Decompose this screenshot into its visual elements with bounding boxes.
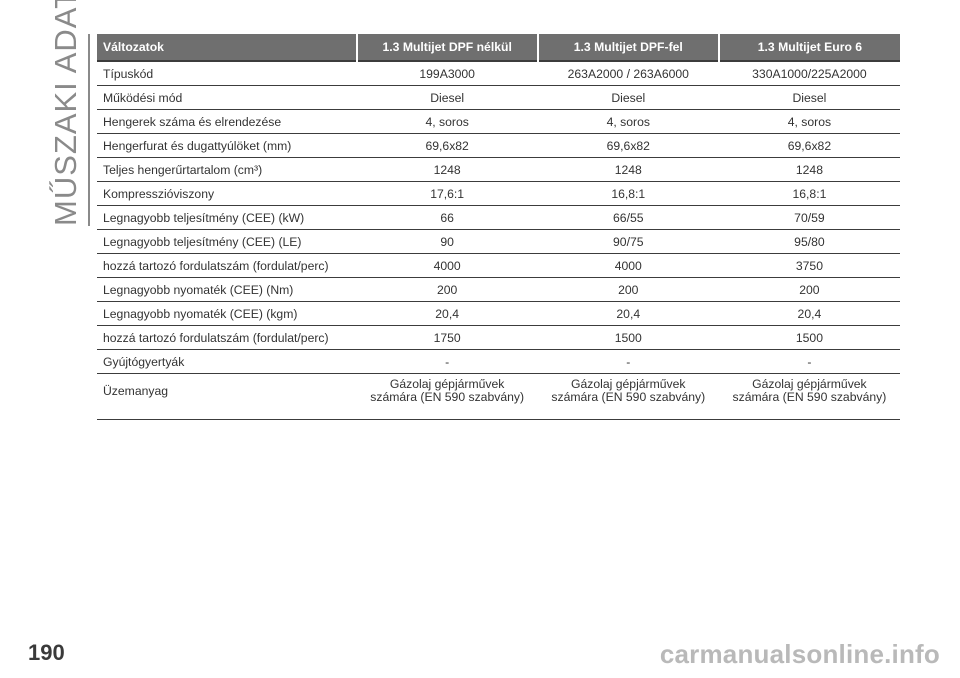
- table-cell: 20,4: [356, 301, 538, 326]
- table-cell: 69,6x82: [537, 133, 719, 158]
- table-cell: -: [718, 349, 900, 374]
- row-label: Típuskód: [97, 61, 357, 86]
- table-cell: 200: [537, 277, 719, 302]
- row-label: Teljes hengerűrtartalom (cm³): [97, 157, 357, 182]
- table-cell: Gázolaj gépjárművek számára (EN 590 szabv…: [537, 373, 719, 420]
- table-cell: 1750: [356, 325, 538, 350]
- table-cell: 4000: [537, 253, 719, 278]
- cell-line: számára (EN 590 szabvány): [370, 390, 525, 404]
- table-cell: 1248: [356, 157, 538, 182]
- column-header: 1.3 Multijet DPF-fel: [537, 34, 720, 61]
- page-number: 190: [28, 640, 65, 665]
- table-cell: 66/55: [537, 205, 719, 230]
- table-row: Kompresszióviszony 17,6:1 16,8:1 16,8:1: [97, 181, 900, 206]
- table-cell: 70/59: [718, 205, 900, 230]
- table-row: Típuskód 199A3000 263A2000 / 263A6000 330A1…: [97, 61, 900, 86]
- table-cell: 16,8:1: [537, 181, 719, 206]
- table-cell: Diesel: [718, 85, 900, 110]
- column-header: 1.3 Multijet Euro 6: [718, 34, 900, 61]
- table-cell: 66: [356, 205, 538, 230]
- table-row: Legnagyobb nyomaték (CEE) (Nm) 200 200 200: [97, 277, 900, 302]
- table-cell: Diesel: [537, 85, 719, 110]
- row-label: Hengerfurat és dugattyúlöket (mm): [97, 133, 357, 158]
- section-title: MŰSZAKI ADATOK: [48, 0, 83, 226]
- table-cell: 95/80: [718, 229, 900, 254]
- cell-line: számára (EN 590 szabvány): [551, 390, 706, 404]
- table-header-row: Változatok 1.3 Multijet DPF nélkül 1.3 M…: [97, 34, 900, 61]
- table-row: hozzá tartozó fordulatszám (fordulat/per…: [97, 325, 900, 350]
- row-label: Gyújtógyertyák: [97, 349, 357, 374]
- table-cell: 4, soros: [537, 109, 719, 134]
- table-cell: 4, soros: [356, 109, 538, 134]
- table-cell: 1248: [718, 157, 900, 182]
- table-cell: 199A3000: [356, 61, 538, 86]
- row-label: hozzá tartozó fordulatszám (fordulat/per…: [97, 325, 357, 350]
- table-cell: 1500: [718, 325, 900, 350]
- column-header: 1.3 Multijet DPF nélkül: [356, 34, 539, 61]
- cell-line: Gázolaj gépjárművek: [571, 377, 686, 391]
- table-row: Hengerfurat és dugattyúlöket (mm) 69,6x82…: [97, 133, 900, 158]
- table-cell: 20,4: [718, 301, 900, 326]
- table-cell: 200: [356, 277, 538, 302]
- row-label: Kompresszióviszony: [97, 181, 357, 206]
- table-row: Legnagyobb teljesítmény (CEE) (LE) 90 90/7…: [97, 229, 900, 254]
- table-cell: -: [356, 349, 538, 374]
- cell-line: Gázolaj gépjárművek: [752, 377, 867, 391]
- table-cell: 17,6:1: [356, 181, 538, 206]
- row-label: Legnagyobb teljesítmény (CEE) (kW): [97, 205, 357, 230]
- row-label: Üzemanyag: [97, 373, 357, 420]
- spec-table: Változatok 1.3 Multijet DPF nélkül 1.3 M…: [97, 34, 900, 420]
- column-header: Változatok: [97, 34, 358, 61]
- table-cell: 20,4: [537, 301, 719, 326]
- table-cell: Diesel: [356, 85, 538, 110]
- table-row: Teljes hengerűrtartalom (cm³) 1248 1248 124…: [97, 157, 900, 182]
- row-label: Legnagyobb nyomaték (CEE) (Nm): [97, 277, 357, 302]
- table-row: Hengerek száma és elrendezése 4, soros 4, …: [97, 109, 900, 134]
- table-row: Gyújtógyertyák - - -: [97, 349, 900, 374]
- table-cell: 330A1000/225A2000: [718, 61, 900, 86]
- table-row: Legnagyobb nyomaték (CEE) (kgm) 20,4 20,4 2…: [97, 301, 900, 326]
- table-cell: 69,6x82: [718, 133, 900, 158]
- table-cell: 200: [718, 277, 900, 302]
- table-cell: 263A2000 / 263A6000: [537, 61, 719, 86]
- table-row: Működési mód Diesel Diesel Diesel: [97, 85, 900, 110]
- table-cell: 3750: [718, 253, 900, 278]
- table-cell: 1500: [537, 325, 719, 350]
- cell-line: számára (EN 590 szabvány): [732, 390, 887, 404]
- row-label: Működési mód: [97, 85, 357, 110]
- table-cell: 4, soros: [718, 109, 900, 134]
- row-label: Legnagyobb nyomaték (CEE) (kgm): [97, 301, 357, 326]
- watermark: carmanualsonline.info: [659, 639, 940, 669]
- row-label: Hengerek száma és elrendezése: [97, 109, 357, 134]
- table-cell: 1248: [537, 157, 719, 182]
- section-divider: [88, 34, 90, 226]
- row-label: hozzá tartozó fordulatszám (fordulat/per…: [97, 253, 357, 278]
- table-cell: 4000: [356, 253, 538, 278]
- row-label: Legnagyobb teljesítmény (CEE) (LE): [97, 229, 357, 254]
- table-row: Legnagyobb teljesítmény (CEE) (kW) 66 66/5…: [97, 205, 900, 230]
- table-body: Típuskód 199A3000 263A2000 / 263A6000 330A1…: [97, 61, 900, 420]
- table-cell: -: [537, 349, 719, 374]
- table-cell: Gázolaj gépjárművek számára (EN 590 szabv…: [356, 373, 538, 420]
- table-cell: 90/75: [537, 229, 719, 254]
- table-row: hozzá tartozó fordulatszám (fordulat/per…: [97, 253, 900, 278]
- table-cell: 16,8:1: [718, 181, 900, 206]
- table-row: Üzemanyag Gázolaj gépjárművek számára (EN…: [97, 373, 900, 420]
- table-cell: Gázolaj gépjárművek számára (EN 590 szabv…: [718, 373, 900, 420]
- table-cell: 90: [356, 229, 538, 254]
- table-cell: 69,6x82: [356, 133, 538, 158]
- cell-line: Gázolaj gépjárművek: [389, 377, 505, 391]
